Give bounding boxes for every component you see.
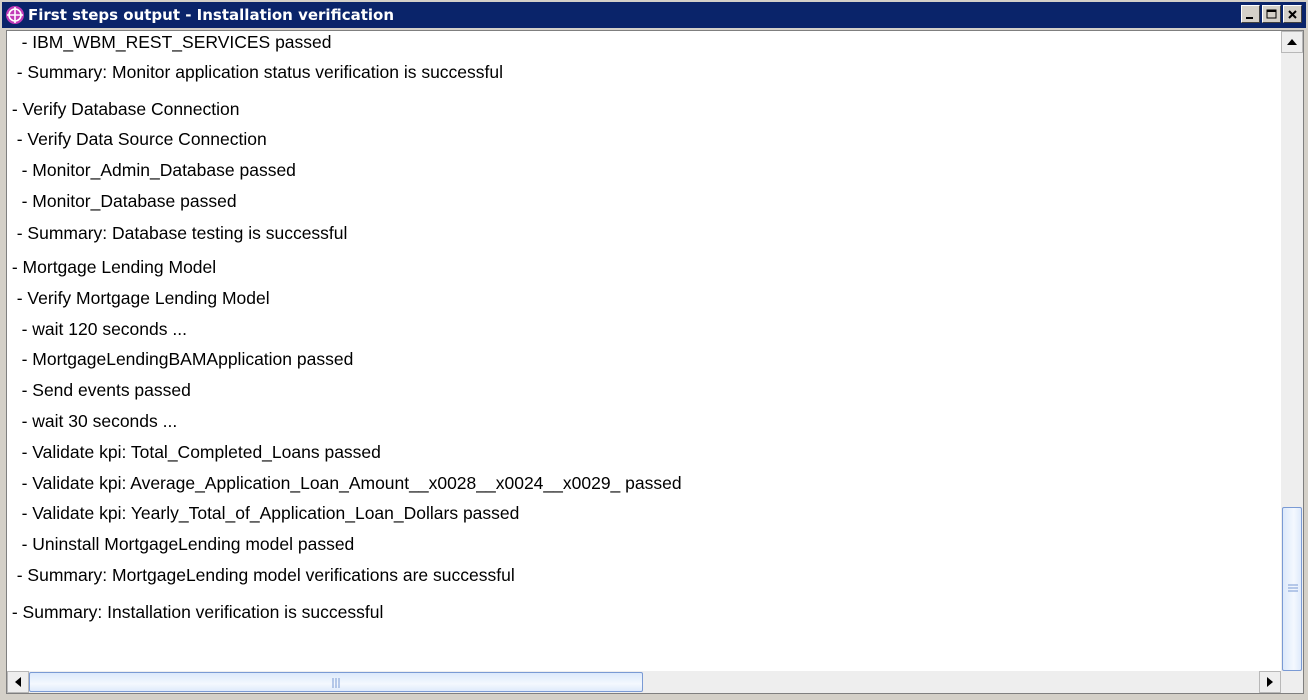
grip-icon [1288, 584, 1298, 592]
log-line: - Summary: Database testing is successfu… [7, 223, 348, 243]
log-line: - Verify Database Connection [7, 99, 240, 119]
scrollbar-corner [1281, 671, 1303, 693]
arrow-up-icon [1287, 39, 1297, 45]
log-line: - wait 30 seconds ... [7, 411, 178, 431]
title-bar[interactable]: First steps output - Installation verifi… [2, 2, 1306, 28]
maximize-button[interactable] [1262, 5, 1281, 23]
scroll-left-button[interactable] [7, 671, 29, 693]
minimize-button[interactable] [1241, 5, 1260, 23]
log-line: - Validate kpi: Total_Completed_Loans pa… [7, 442, 381, 462]
minimize-icon [1246, 16, 1253, 19]
log-line: - Send events passed [7, 380, 191, 400]
log-line: - Summary: Monitor application status ve… [7, 62, 504, 82]
window: First steps output - Installation verifi… [0, 0, 1308, 700]
log-line: - Summary: MortgageLending model verific… [7, 565, 515, 585]
log-line: - Uninstall MortgageLending model passed [7, 534, 355, 554]
maximize-icon [1266, 9, 1277, 18]
window-controls [1241, 5, 1302, 23]
log-line: - Summary: Installation verification is … [7, 602, 384, 622]
log-line: - Verify Mortgage Lending Model [7, 288, 270, 308]
window-title: First steps output - Installation verifi… [28, 6, 394, 24]
arrow-right-icon [1267, 677, 1273, 687]
log-line: - MortgageLendingBAMApplication passed [7, 349, 354, 369]
app-icon [6, 6, 24, 24]
log-line: - wait 120 seconds ... [7, 319, 187, 339]
horizontal-scrollbar[interactable] [7, 671, 1281, 693]
grip-icon [332, 678, 340, 688]
scroll-right-button[interactable] [1259, 671, 1281, 693]
log-line: - Monitor_Database passed [7, 191, 237, 211]
horizontal-scroll-thumb[interactable] [29, 672, 643, 692]
log-line: - Mortgage Lending Model [7, 257, 217, 277]
close-icon [1288, 9, 1297, 19]
vertical-scroll-thumb[interactable] [1282, 507, 1302, 671]
log-line: - Monitor_Admin_Database passed [7, 160, 296, 180]
log-line: - Verify Data Source Connection [7, 129, 267, 149]
log-line: - Validate kpi: Average_Application_Loan… [7, 473, 682, 493]
output-panel: - IBM_WBM_REST_SERVICES passed - Summary… [6, 30, 1304, 694]
vertical-scrollbar[interactable] [1281, 31, 1303, 671]
scroll-up-button[interactable] [1281, 31, 1303, 53]
log-line: - IBM_WBM_REST_SERVICES passed [7, 32, 332, 52]
arrow-left-icon [15, 677, 21, 687]
log-line: - Validate kpi: Yearly_Total_of_Applicat… [7, 503, 520, 523]
log-output[interactable]: - IBM_WBM_REST_SERVICES passed - Summary… [7, 31, 1281, 671]
close-button[interactable] [1283, 5, 1302, 23]
